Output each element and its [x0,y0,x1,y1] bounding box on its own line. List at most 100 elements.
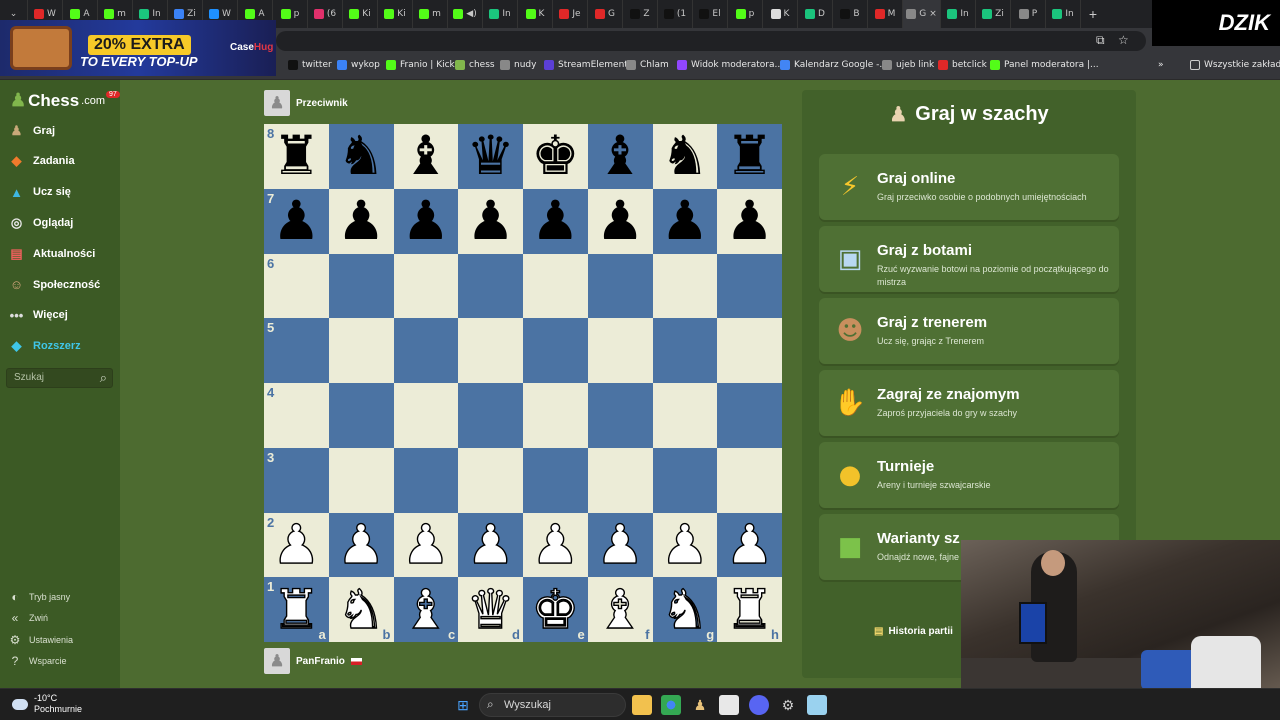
white-pawn-piece[interactable]: ♟ [660,517,710,572]
browser-tab[interactable]: (6 [308,0,343,28]
square-c3[interactable] [393,447,459,513]
bookmark-item[interactable]: StreamElements [544,60,633,70]
sidebar-footer-collapse[interactable]: « Zwiń [8,611,48,625]
bookmark-item[interactable]: twitter [288,60,332,70]
square-d8[interactable]: ♛ [458,124,523,189]
sidebar-item-community[interactable]: ☺ Społeczność [8,276,100,293]
square-d7[interactable]: ♟ [458,188,523,254]
black-pawn-piece[interactable]: ♟ [337,194,385,248]
play-option-robot[interactable]: ▣ Graj z botami Rzuć wyzwanie botowi na po… [819,226,1119,292]
browser-tab[interactable]: M [868,0,903,28]
square-b4[interactable] [328,383,394,448]
square-c4[interactable] [393,383,459,448]
browser-tab[interactable]: ◀) [448,0,483,28]
square-b6[interactable] [328,253,394,319]
browser-tab[interactable]: B [833,0,868,28]
bookmark-item[interactable]: Panel moderatora |... [990,60,1099,70]
sidebar-item-learn[interactable]: ▲ Ucz się [8,184,71,201]
black-pawn-piece[interactable]: ♟ [531,194,579,248]
sidebar-footer-settings[interactable]: ⚙ Ustawienia [8,633,73,647]
white-pawn-piece[interactable]: ♟ [271,517,321,572]
white-bishop-piece[interactable]: ♝ [595,581,645,636]
square-e8[interactable]: ♚ [523,124,588,189]
square-b5[interactable] [328,318,394,383]
square-d4[interactable] [458,383,523,448]
square-h3[interactable] [717,447,782,513]
bookmark-item[interactable]: Franio | Kick [386,60,455,70]
square-f6[interactable] [587,253,653,319]
square-h4[interactable] [717,383,782,448]
app-icon[interactable]: ♟ [690,695,710,715]
start-icon[interactable]: ⊞ [453,695,473,715]
discord-icon[interactable] [749,695,769,715]
chrome-icon[interactable] [661,695,681,715]
square-e3[interactable] [523,447,588,513]
square-b3[interactable] [328,447,394,513]
browser-tab[interactable]: m [413,0,448,28]
bookmark-item[interactable]: Widok moderatora... [677,60,783,70]
sidebar-item-news[interactable]: ▤ Aktualności [8,245,95,262]
sidebar-footer-help[interactable]: ? Wsparcie [8,654,67,668]
white-pawn-piece[interactable]: ♟ [336,517,386,572]
new-tab-button[interactable]: + [1081,0,1105,28]
play-option-lightning[interactable]: ⚡ Graj online Graj przeciwko osobie o podo… [819,154,1119,220]
white-pawn-piece[interactable]: ♟ [595,517,645,572]
browser-tab[interactable]: G [588,0,623,28]
browser-tab[interactable]: p [273,0,308,28]
install-app-icon[interactable]: ⧉ [1096,33,1105,48]
square-f4[interactable] [587,383,653,448]
white-pawn-piece[interactable]: ♟ [401,517,451,572]
bookmark-item[interactable]: Chlam [626,60,669,70]
square-f2[interactable]: ♟ [587,512,653,578]
weather-widget[interactable]: -10°C Pochmurnie [12,693,82,715]
white-rook-piece[interactable]: ♜ [271,581,321,636]
browser-tab[interactable]: K [763,0,798,28]
browser-tab[interactable]: Z [623,0,658,28]
square-g1[interactable]: g ♞ [652,577,718,642]
bookmark-item[interactable]: nudy [500,60,536,70]
search-input[interactable]: Szukaj ⌕ [6,368,113,388]
browser-tab[interactable]: K [518,0,553,28]
taskbar-search[interactable]: ⌕ Wyszukaj [479,693,626,717]
black-knight-piece[interactable]: ♞ [661,129,709,183]
square-b1[interactable]: b ♞ [328,577,394,642]
square-b7[interactable]: ♟ [328,188,394,254]
browser-tab[interactable]: D [798,0,833,28]
square-h1[interactable]: h ♜ [717,577,782,642]
square-a8[interactable]: 8 ♜ [264,124,329,189]
square-g6[interactable] [652,253,718,319]
sidebar-item-more[interactable]: ••• Więcej [8,307,68,324]
bookmark-item[interactable]: betclick [938,60,987,70]
square-a5[interactable]: 5 [264,318,329,383]
search-icon[interactable]: ⌕ [100,370,107,386]
square-f7[interactable]: ♟ [587,188,653,254]
browser-tab[interactable]: (1 [658,0,693,28]
white-knight-piece[interactable]: ♞ [336,581,386,636]
black-rook-piece[interactable]: ♜ [725,129,773,183]
square-a1[interactable]: 1 a ♜ [264,577,329,642]
sidebar-item-puzzle[interactable]: ◆ Zadania [8,153,75,170]
black-pawn-piece[interactable]: ♟ [725,194,773,248]
black-knight-piece[interactable]: ♞ [337,129,385,183]
white-queen-piece[interactable]: ♛ [466,581,516,636]
square-f8[interactable]: ♝ [587,124,653,189]
bookmark-item[interactable]: chess [455,60,495,70]
browser-tab[interactable]: Je [553,0,588,28]
casehug-ad-banner[interactable]: 20% EXTRA TO EVERY TOP-UP CaseHug [0,20,276,76]
chess-board[interactable]: 8 ♜ ♞ ♝ ♛ ♚ ♝ ♞ ♜ 7 ♟ ♟ ♟ ♟ ♟ ♟ ♟ ♟ 6 5 4 3 2 ♟ ♟ ♟ ♟ ♟ ♟ ♟ ♟ 1 a ♜ b ♞ c ♝ d ♛… [264,124,782,642]
square-h7[interactable]: ♟ [717,188,782,254]
white-rook-piece[interactable]: ♜ [725,581,775,636]
square-e5[interactable] [523,318,588,383]
square-c6[interactable] [393,253,459,319]
square-g4[interactable] [652,383,718,448]
white-king-piece[interactable]: ♚ [530,581,580,636]
square-g5[interactable] [652,318,718,383]
browser-tab[interactable]: Zi [976,0,1011,28]
square-g7[interactable]: ♟ [652,188,718,254]
white-knight-piece[interactable]: ♞ [660,581,710,636]
square-a2[interactable]: 2 ♟ [264,512,329,578]
bookmark-star-icon[interactable]: ☆ [1118,33,1129,47]
square-b2[interactable]: ♟ [328,512,394,578]
opponent-avatar[interactable]: ♟ [264,90,290,116]
sidebar-item-play[interactable]: ♟ Graj [8,122,55,139]
